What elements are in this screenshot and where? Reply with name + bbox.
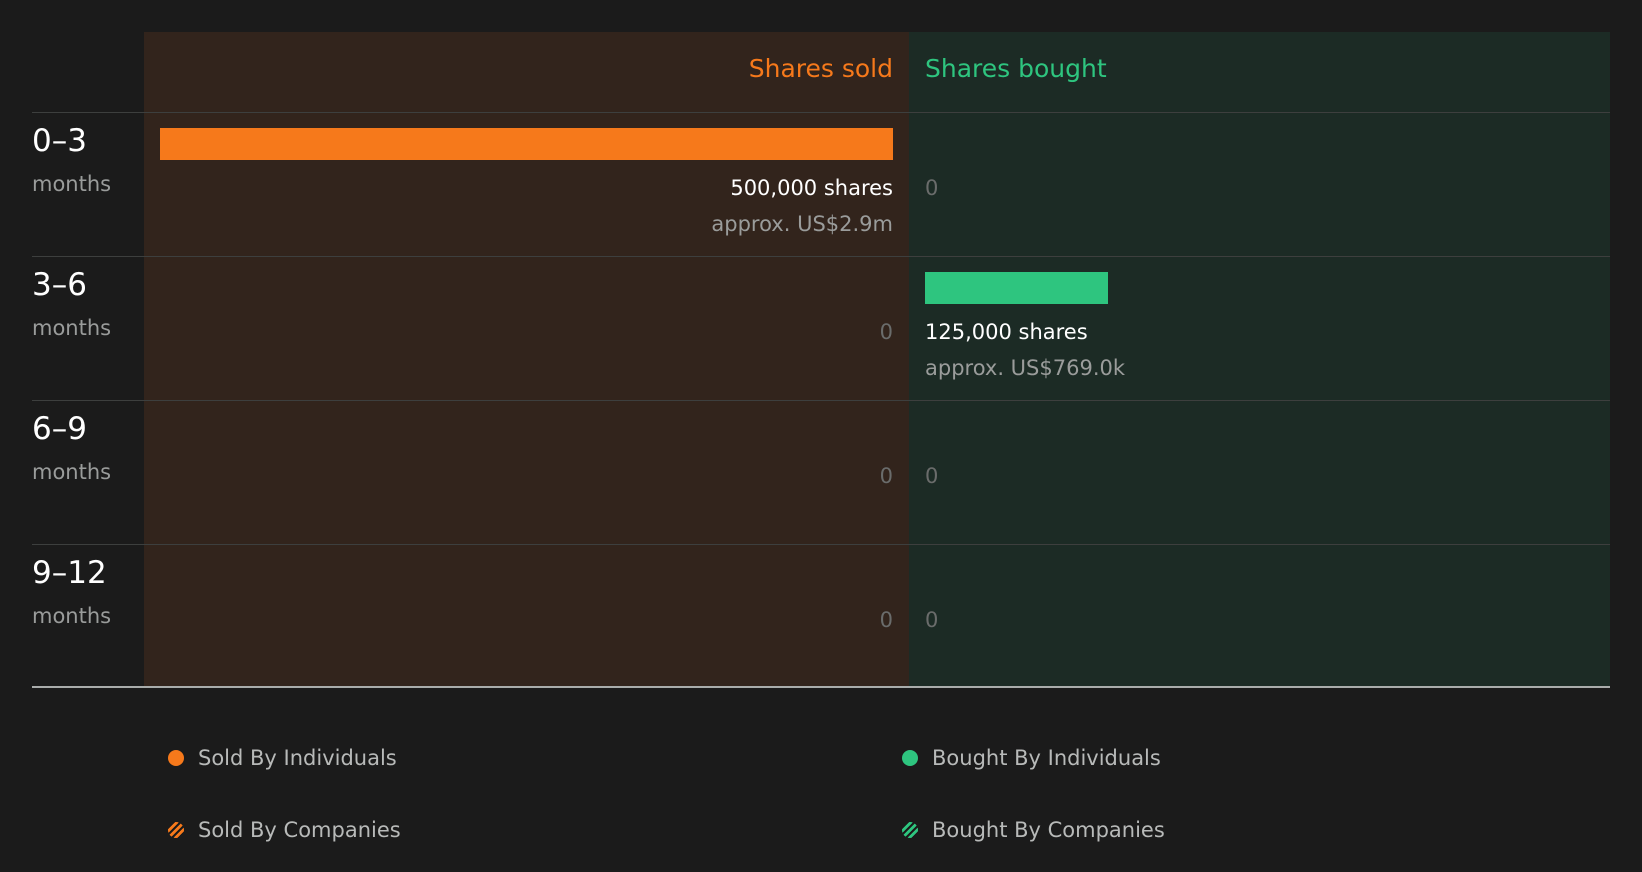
- bought-zero-label: 0: [925, 464, 939, 488]
- period-unit: months: [32, 604, 112, 628]
- sold-zero-label: 0: [879, 320, 893, 344]
- dot-icon: [168, 750, 184, 766]
- sold-value-label: approx. US$2.9m: [711, 212, 893, 236]
- row-divider: [32, 112, 1610, 113]
- legend-item-sold-individuals: Sold By Individuals: [168, 746, 397, 770]
- sold-shares-label: 500,000 shares: [730, 176, 893, 200]
- dot-icon: [902, 750, 918, 766]
- legend-item-sold-companies: Sold By Companies: [168, 818, 401, 842]
- legend-label: Sold By Companies: [198, 818, 401, 842]
- chart-legend: Sold By Individuals Bought By Individual…: [0, 720, 1642, 872]
- shares-bought-header: Shares bought: [925, 54, 1107, 83]
- sold-zero-label: 0: [879, 608, 893, 632]
- hatched-dot-icon: [902, 822, 918, 838]
- legend-label: Sold By Individuals: [198, 746, 397, 770]
- legend-item-bought-individuals: Bought By Individuals: [902, 746, 1161, 770]
- period-unit: months: [32, 316, 112, 340]
- bought-shares-label: 125,000 shares: [925, 320, 1088, 344]
- sold-bar: [160, 128, 893, 160]
- period-unit: months: [32, 172, 112, 196]
- bought-zero-label: 0: [925, 176, 939, 200]
- legend-label: Bought By Individuals: [932, 746, 1161, 770]
- chart-baseline: [32, 686, 1610, 688]
- legend-item-bought-companies: Bought By Companies: [902, 818, 1165, 842]
- row-divider: [32, 544, 1610, 545]
- insider-trading-chart: Shares sold Shares bought 0–3 months 500,0…: [0, 0, 1642, 700]
- period-label: 3–6: [32, 267, 87, 303]
- period-label: 9–12: [32, 555, 107, 591]
- row-divider: [32, 400, 1610, 401]
- bought-bar: [925, 272, 1108, 304]
- row-divider: [32, 256, 1610, 257]
- period-label: 6–9: [32, 411, 87, 447]
- shares-sold-header: Shares sold: [748, 54, 893, 83]
- sold-zero-label: 0: [879, 464, 893, 488]
- period-unit: months: [32, 460, 112, 484]
- period-label: 0–3: [32, 123, 87, 159]
- legend-label: Bought By Companies: [932, 818, 1165, 842]
- bought-value-label: approx. US$769.0k: [925, 356, 1126, 380]
- bought-zero-label: 0: [925, 608, 939, 632]
- hatched-dot-icon: [168, 822, 184, 838]
